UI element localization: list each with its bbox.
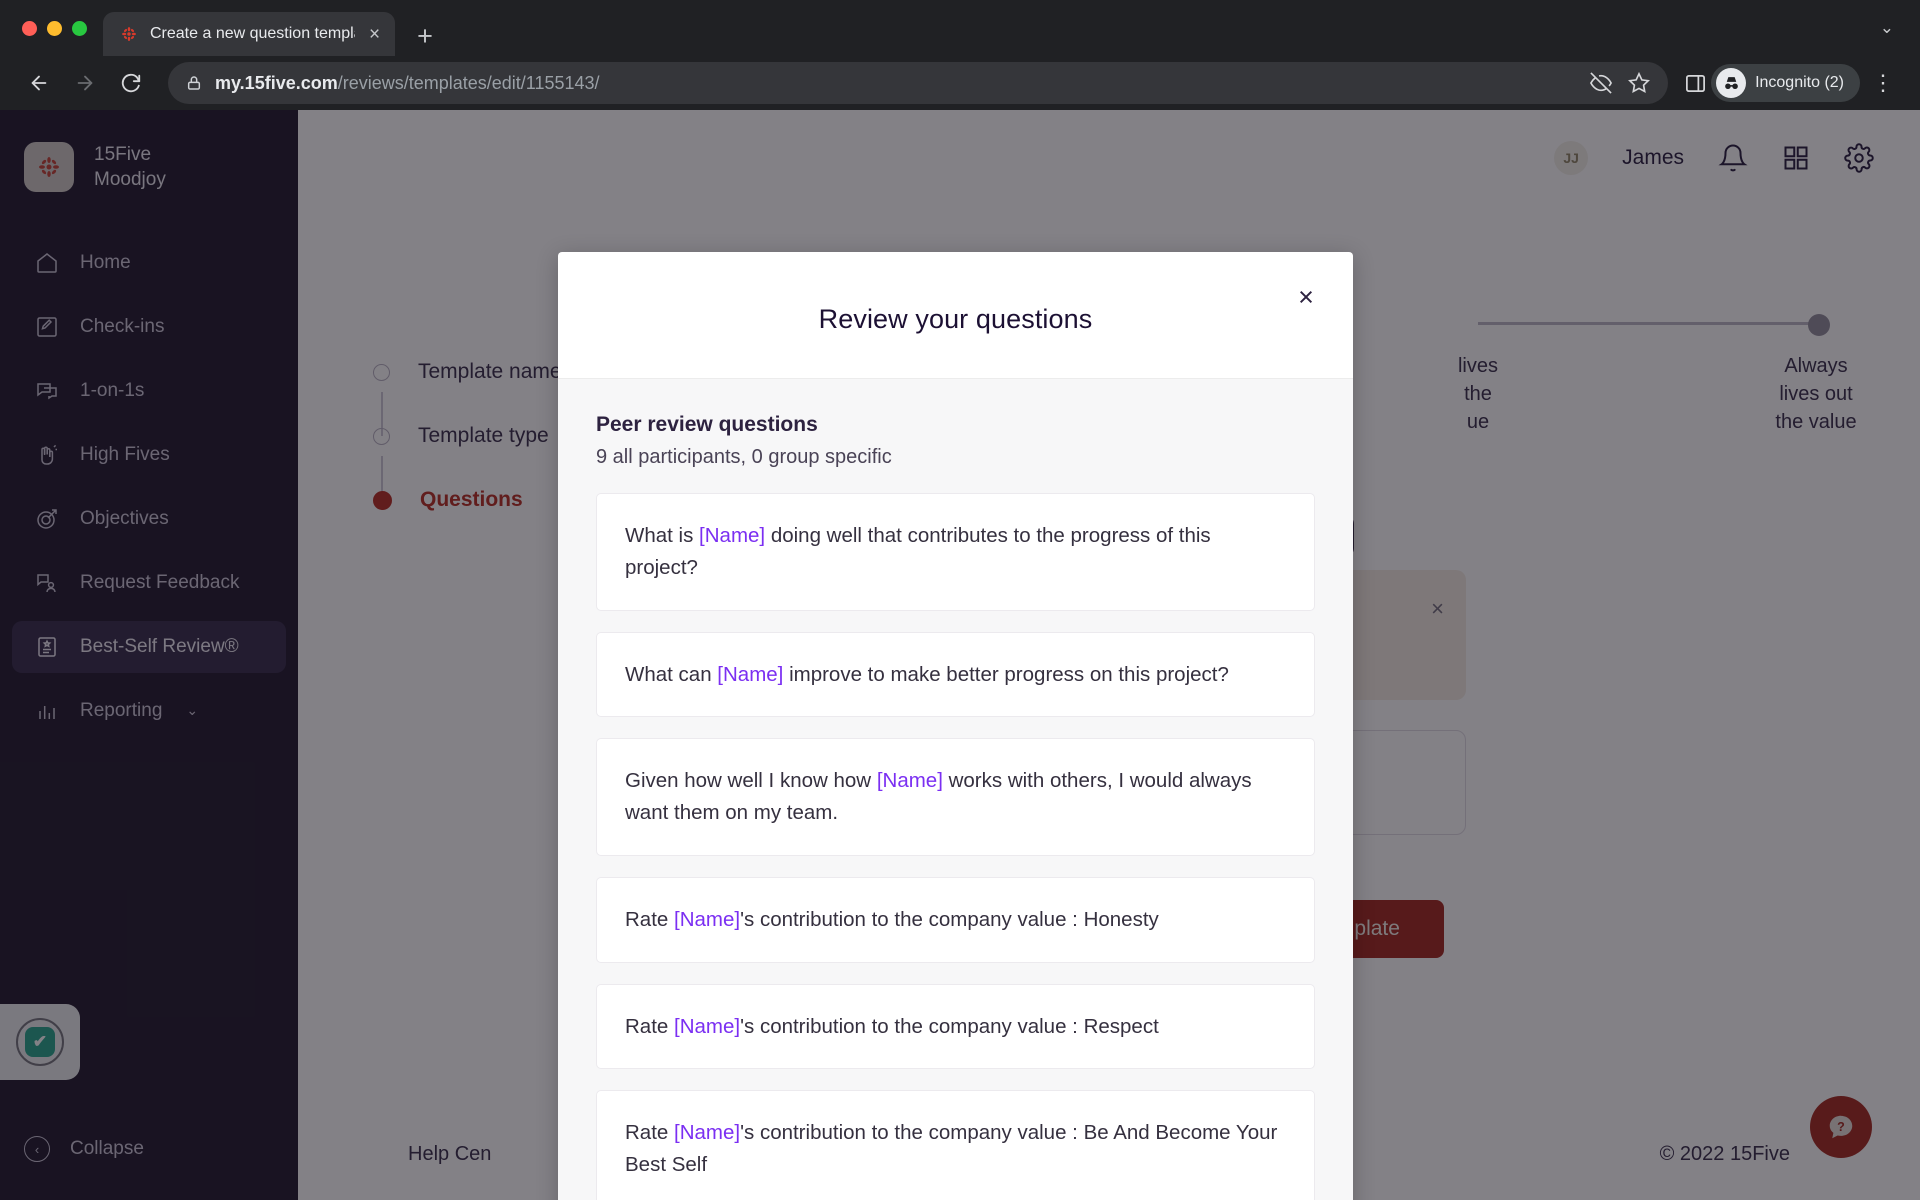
question-text-pre: Given how well I know how — [625, 769, 877, 793]
question-card[interactable]: What is [Name] doing well that contribut… — [596, 493, 1315, 611]
window-controls[interactable] — [18, 0, 103, 56]
question-card[interactable]: Rate [Name]'s contribution to the compan… — [596, 983, 1315, 1070]
section-title: Peer review questions — [596, 413, 818, 436]
browser-tab[interactable]: Create a new question template × — [103, 12, 396, 56]
lock-icon — [187, 76, 201, 90]
close-icon[interactable]: × — [1289, 280, 1323, 314]
eye-off-icon[interactable] — [1590, 72, 1613, 94]
modal-body[interactable]: Peer review questions 9 all participants… — [558, 379, 1353, 1200]
question-text-post: 's contribution to the company value : H… — [740, 907, 1159, 931]
minimize-window-button[interactable] — [47, 20, 62, 36]
section-subtitle: 9 all participants, 0 group specific — [596, 446, 892, 468]
close-window-button[interactable] — [22, 20, 37, 36]
bookmark-star-icon[interactable] — [1628, 72, 1651, 94]
profile-incognito-button[interactable]: Incognito (2) — [1711, 64, 1860, 102]
name-placeholder: [Name] — [674, 907, 741, 931]
name-placeholder: [Name] — [699, 524, 766, 547]
question-text-post: improve to make better progress on this … — [783, 662, 1229, 686]
incognito-icon — [1716, 68, 1747, 98]
tab-title: Create a new question template — [150, 25, 355, 42]
address-bar-url: my.15five.com/reviews/templates/edit/115… — [215, 73, 600, 94]
question-text-pre: Rate — [625, 1121, 674, 1145]
question-text-post: 's contribution to the company value : R… — [740, 1014, 1159, 1038]
question-list: What is [Name] doing well that contribut… — [596, 493, 1315, 1200]
question-text-pre: What can — [625, 662, 718, 686]
question-card[interactable]: What can [Name] improve to make better p… — [596, 631, 1315, 718]
name-placeholder: [Name] — [674, 1014, 741, 1038]
browser-menu-icon[interactable]: ⋮ — [1864, 72, 1902, 94]
tab-strip: Create a new question template × + ⌄ — [0, 0, 1920, 56]
maximize-window-button[interactable] — [72, 20, 87, 36]
forward-button[interactable] — [64, 62, 106, 104]
address-bar[interactable]: my.15five.com/reviews/templates/edit/115… — [168, 62, 1669, 104]
15five-logo-icon — [122, 27, 136, 41]
tab-close-icon[interactable]: × — [366, 22, 383, 47]
name-placeholder: [Name] — [674, 1121, 741, 1145]
tab-search-chevron-down-icon[interactable]: ⌄ — [1880, 18, 1894, 38]
browser-chrome: Create a new question template × + ⌄ my.… — [0, 0, 1920, 110]
name-placeholder: [Name] — [717, 662, 784, 686]
question-card[interactable]: Rate [Name]'s contribution to the compan… — [596, 1090, 1315, 1200]
url-path: /reviews/templates/edit/1155143/ — [337, 72, 600, 93]
question-text-pre: Rate — [625, 907, 674, 931]
question-text-pre: Rate — [625, 1014, 674, 1038]
url-host: my.15five.com — [215, 72, 338, 93]
question-card[interactable]: Rate [Name]'s contribution to the compan… — [596, 876, 1315, 963]
side-panel-icon[interactable] — [1684, 72, 1707, 95]
modal-title: Review your questions — [818, 304, 1093, 334]
new-tab-button[interactable]: + — [417, 23, 433, 50]
modal-header: Review your questions × — [558, 252, 1353, 379]
browser-toolbar: my.15five.com/reviews/templates/edit/115… — [0, 56, 1920, 110]
app-window: JJ James Template name Template type — [0, 110, 1920, 1200]
question-card[interactable]: Given how well I know how [Name] works w… — [596, 738, 1315, 856]
question-text-pre: What is — [625, 524, 700, 547]
back-button[interactable] — [18, 62, 60, 104]
reload-button[interactable] — [110, 62, 152, 104]
name-placeholder: [Name] — [876, 769, 943, 793]
profile-label: Incognito (2) — [1755, 74, 1844, 91]
review-questions-modal: Review your questions × Peer review ques… — [558, 252, 1353, 1200]
